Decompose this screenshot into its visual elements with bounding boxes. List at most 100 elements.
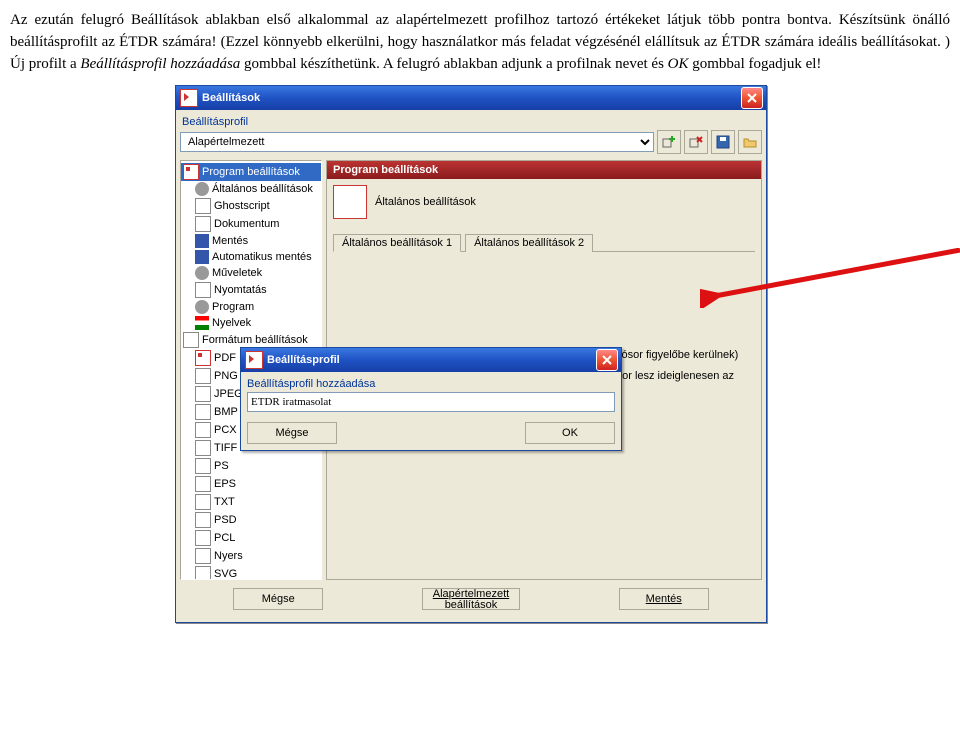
tree-item-icon bbox=[195, 350, 211, 366]
app-icon bbox=[180, 89, 198, 107]
tree-item[interactable]: PCL bbox=[181, 529, 321, 547]
tree-item-icon bbox=[195, 548, 211, 564]
tree-item-label: Dokumentum bbox=[214, 218, 279, 230]
tree-item-label: Nyelvek bbox=[212, 317, 251, 329]
tree-item-label: Program beállítások bbox=[202, 166, 300, 178]
tree-item-label: Nyomtatás bbox=[214, 284, 267, 296]
profile-row: Alapértelmezett bbox=[180, 130, 762, 154]
floppy-icon bbox=[715, 134, 731, 150]
close-icon bbox=[602, 355, 612, 365]
modal-title: Beállításprofil bbox=[267, 354, 596, 366]
modal-close-button[interactable] bbox=[596, 349, 618, 371]
tab-strip: Általános beállítások 1 Általános beállí… bbox=[333, 233, 755, 252]
tree-item[interactable]: TXT bbox=[181, 493, 321, 511]
modal-label: Beállításprofil hozzáadása bbox=[247, 378, 615, 390]
tree-item-icon bbox=[195, 512, 211, 528]
tree-item-icon bbox=[195, 216, 211, 232]
tree-item[interactable]: Automatikus mentés bbox=[181, 249, 321, 265]
tree-item[interactable]: Nyomtatás bbox=[181, 281, 321, 299]
tree-item[interactable]: PSD bbox=[181, 511, 321, 529]
save-button[interactable]: Mentés bbox=[619, 588, 709, 610]
modal-ok-button[interactable]: OK bbox=[525, 422, 615, 444]
tree-item-label: PCX bbox=[214, 424, 237, 436]
modal-titlebar: Beállításprofil bbox=[241, 348, 621, 372]
tree-item-icon bbox=[195, 494, 211, 510]
tree-item-icon bbox=[195, 234, 209, 248]
tree-item-icon bbox=[195, 182, 209, 196]
panel-header: Program beállítások bbox=[327, 161, 761, 179]
app-icon bbox=[245, 351, 263, 369]
tree-item-icon bbox=[195, 266, 209, 280]
tree-item-icon bbox=[195, 566, 211, 580]
tree-item[interactable]: Nyelvek bbox=[181, 315, 321, 331]
tree-item[interactable]: PS bbox=[181, 457, 321, 475]
tree-item-icon bbox=[195, 404, 211, 420]
panel-subtitle: Általános beállítások bbox=[375, 196, 476, 208]
delete-profile-icon bbox=[688, 134, 704, 150]
save-profile-button[interactable] bbox=[711, 130, 735, 154]
tree-item-label: JPEG bbox=[214, 388, 243, 400]
tree-item-label: Program bbox=[212, 301, 254, 313]
tree-item-label: PCL bbox=[214, 532, 235, 544]
tree-item[interactable]: EPS bbox=[181, 475, 321, 493]
tree-item[interactable]: Dokumentum bbox=[181, 215, 321, 233]
tree-item-label: TIFF bbox=[214, 442, 237, 454]
add-profile-dialog: Beállításprofil Beállításprofil hozzáadá… bbox=[240, 347, 622, 451]
tree-item[interactable]: Ghostscript bbox=[181, 197, 321, 215]
defaults-button[interactable]: Alapértelmezett beállítások bbox=[422, 588, 520, 610]
tree-item-label: Automatikus mentés bbox=[212, 251, 312, 263]
profile-select[interactable]: Alapértelmezett bbox=[180, 132, 654, 152]
tree-item-label: EPS bbox=[214, 478, 236, 490]
add-profile-button[interactable] bbox=[657, 130, 681, 154]
tree-item[interactable]: Mentés bbox=[181, 233, 321, 249]
tree-item-label: SVG bbox=[214, 568, 237, 580]
titlebar: Beállítások bbox=[176, 86, 766, 110]
tree-item-icon bbox=[195, 422, 211, 438]
tree-item-label: PNG bbox=[214, 370, 238, 382]
tree-item-label: PSD bbox=[214, 514, 237, 526]
tree-item-icon bbox=[195, 476, 211, 492]
profile-name-input[interactable] bbox=[247, 392, 615, 412]
tree-item-icon bbox=[195, 386, 211, 402]
tree-item-label: Általános beállítások bbox=[212, 183, 313, 195]
tree-item-icon bbox=[183, 332, 199, 348]
tree-item-label: Formátum beállítások bbox=[202, 334, 308, 346]
tree-item[interactable]: Általános beállítások bbox=[181, 181, 321, 197]
tab-general-2[interactable]: Általános beállítások 2 bbox=[465, 234, 593, 252]
tree-item-label: Műveletek bbox=[212, 267, 262, 279]
tree-item-icon bbox=[195, 368, 211, 384]
close-button[interactable] bbox=[741, 87, 763, 109]
tree-item-icon bbox=[195, 316, 209, 330]
tree-item-label: Nyers bbox=[214, 550, 243, 562]
modal-cancel-button[interactable]: Mégse bbox=[247, 422, 337, 444]
tree-item-icon bbox=[195, 300, 209, 314]
intro-paragraph: Az ezután felugró Beállítások ablakban e… bbox=[10, 10, 950, 75]
tree-item-label: TXT bbox=[214, 496, 235, 508]
tree-item[interactable]: Program bbox=[181, 299, 321, 315]
tree-item-icon bbox=[195, 250, 209, 264]
tree-item[interactable]: SVG bbox=[181, 565, 321, 580]
tree-item[interactable]: Műveletek bbox=[181, 265, 321, 281]
tree-item-icon bbox=[195, 282, 211, 298]
tree-item-icon bbox=[195, 458, 211, 474]
tree-item-icon bbox=[195, 198, 211, 214]
window-title: Beállítások bbox=[202, 92, 741, 104]
tree-item-label: Mentés bbox=[212, 235, 248, 247]
tree-item-label: BMP bbox=[214, 406, 238, 418]
close-icon bbox=[747, 93, 757, 103]
tree-item[interactable]: Program beállítások bbox=[181, 163, 321, 181]
delete-profile-button[interactable] bbox=[684, 130, 708, 154]
footer-buttons: Mégse Alapértelmezett beállítások Mentés bbox=[180, 580, 762, 618]
panel-icon bbox=[333, 185, 367, 219]
tree-item-label: PDF bbox=[214, 352, 236, 364]
cancel-button[interactable]: Mégse bbox=[233, 588, 323, 610]
folder-icon bbox=[742, 134, 758, 150]
tree-item[interactable]: Nyers bbox=[181, 547, 321, 565]
open-profile-button[interactable] bbox=[738, 130, 762, 154]
profile-section-label: Beállításprofil bbox=[182, 116, 762, 128]
tree-item-icon bbox=[195, 530, 211, 546]
tree-item-label: PS bbox=[214, 460, 229, 472]
tab-general-1[interactable]: Általános beállítások 1 bbox=[333, 234, 461, 252]
tree-item-icon bbox=[195, 440, 211, 456]
tree-item-label: Ghostscript bbox=[214, 200, 270, 212]
